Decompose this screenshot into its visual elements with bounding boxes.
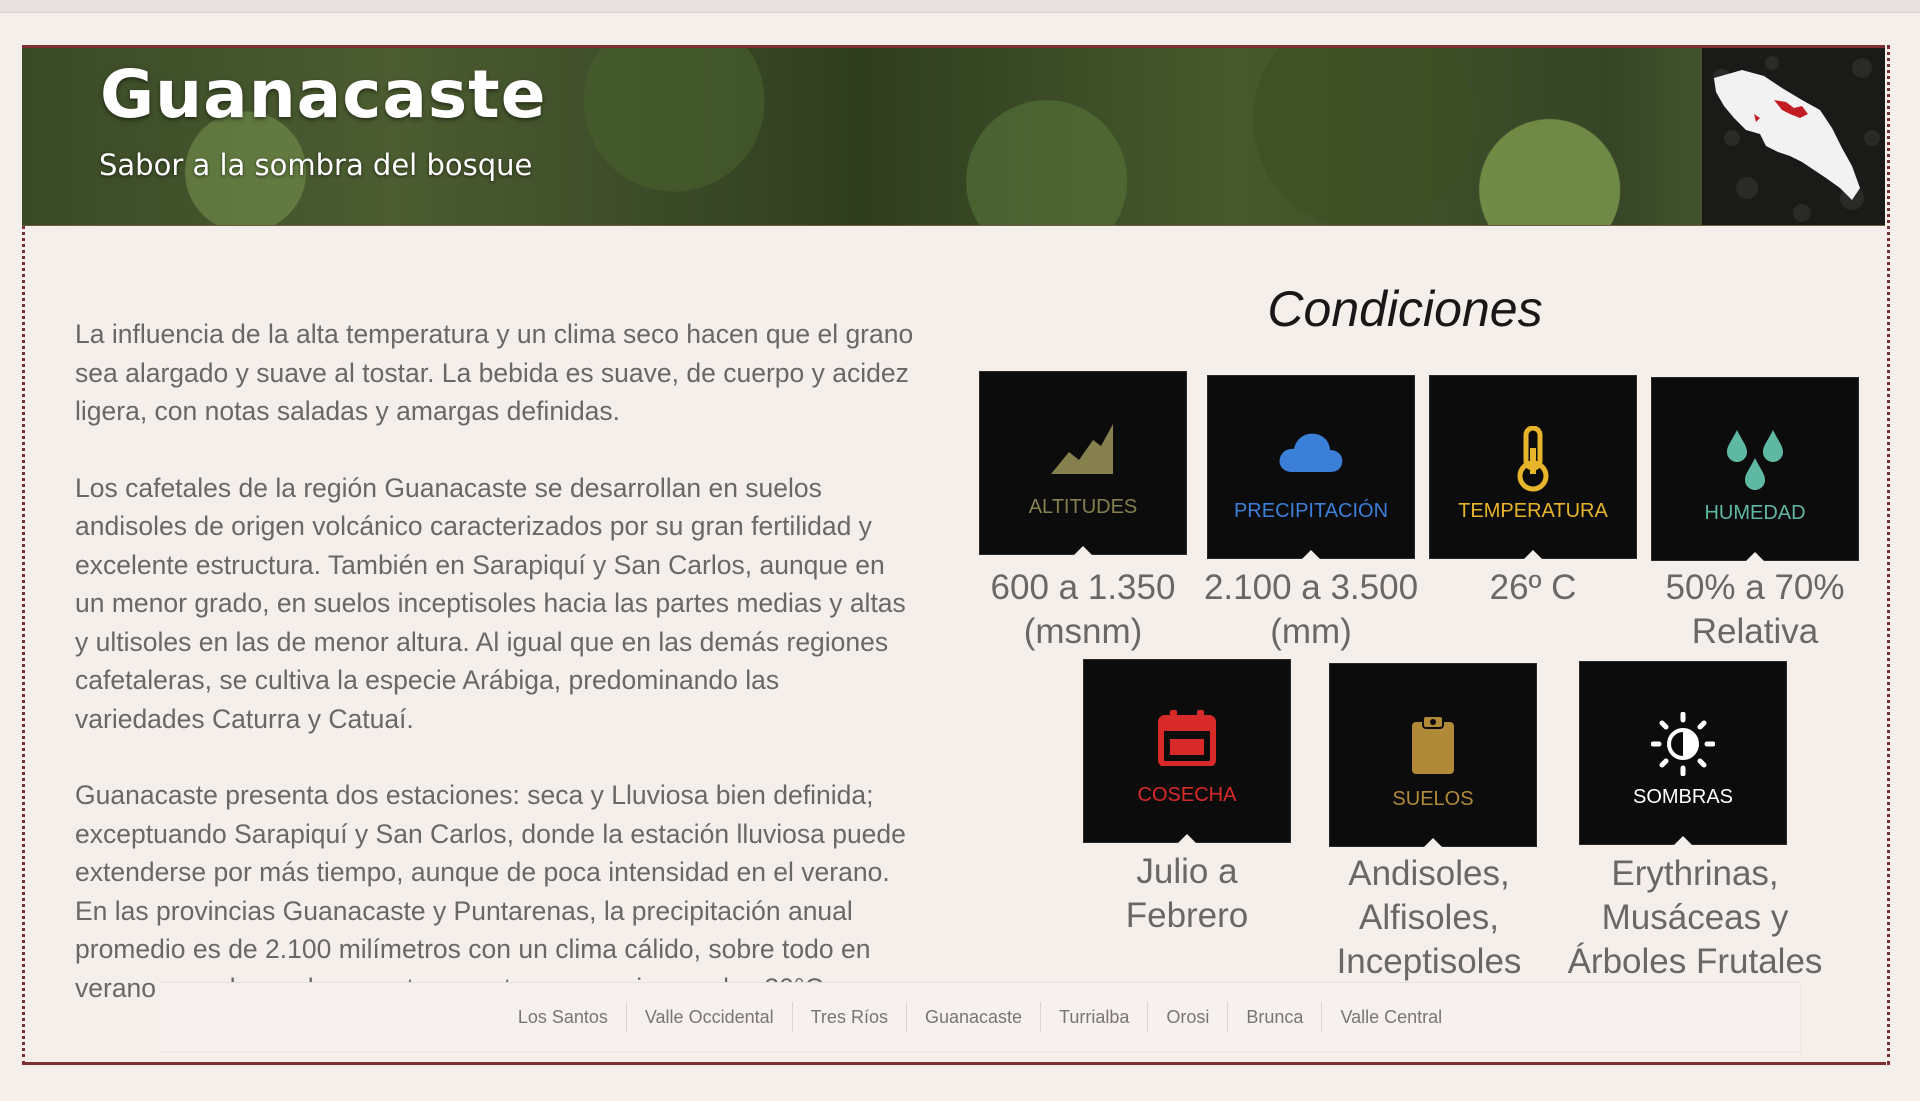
- precipitacion-card: PRECIPITACIÓN: [1208, 376, 1414, 559]
- page-subtitle: Sabor a la sombra del bosque: [99, 148, 533, 182]
- suelos-value-line1: Andisoles,: [1348, 854, 1510, 893]
- description-paragraph: Guanacaste presenta dos estaciones: seca…: [75, 780, 906, 1003]
- top-strip: [0, 0, 1920, 13]
- description-paragraph: La influencia de la alta temperatura y u…: [75, 319, 914, 426]
- altitudes-value-line2: (msnm): [1023, 612, 1143, 651]
- suelos-value-line2: Alfisoles,: [1358, 898, 1500, 937]
- nav-link-valle-occidental[interactable]: Valle Occidental: [627, 1002, 793, 1032]
- water-drops-icon: [1652, 428, 1858, 490]
- region-description: La influencia de la alta temperatura y u…: [75, 315, 915, 1045]
- humedad-card: HUMEDAD: [1652, 378, 1858, 561]
- sombras-value: Erythrinas, Musáceas y Árboles Frutales: [1530, 852, 1860, 984]
- costa-rica-map-icon: [1702, 48, 1885, 225]
- humedad-value-line1: 50% a 70%: [1665, 568, 1845, 607]
- nav-link-orosi[interactable]: Orosi: [1148, 1002, 1229, 1032]
- nav-link-brunca[interactable]: Brunca: [1228, 1002, 1323, 1032]
- sombras-card: SOMBRAS: [1580, 662, 1786, 845]
- thermometer-icon: [1430, 426, 1636, 492]
- cosecha-value-line2: Febrero: [1125, 896, 1249, 935]
- brightness-icon: [1580, 712, 1786, 776]
- header-banner: Guanacaste Sabor a la sombra del bosque: [22, 45, 1885, 226]
- nav-link-valle-central[interactable]: Valle Central: [1322, 1002, 1460, 1032]
- nav-link-turrialba[interactable]: Turrialba: [1041, 1002, 1149, 1032]
- altitudes-value-line1: 600 a 1.350: [990, 568, 1176, 607]
- suelos-value-line3: Inceptisoles: [1336, 942, 1522, 981]
- sombras-label: SOMBRAS: [1632, 786, 1734, 808]
- temperatura-card: TEMPERATURA: [1430, 376, 1636, 559]
- temperatura-value-line1: 26º C: [1489, 568, 1577, 607]
- description-paragraph: Los cafetales de la región Guanacaste se…: [75, 472, 906, 734]
- region-nav: Los Santos Valle Occidental Tres Ríos Gu…: [160, 982, 1801, 1052]
- precipitacion-value-line1: 2.100 a 3.500: [1203, 568, 1419, 607]
- suelos-card: SUELOS: [1330, 664, 1536, 847]
- temperatura-value: 26º C: [1410, 566, 1656, 610]
- sombras-value-line2: Árboles Frutales: [1567, 942, 1823, 981]
- suelos-value: Andisoles, Alfisoles, Inceptisoles: [1306, 852, 1552, 984]
- precipitacion-label: PRECIPITACIÓN: [1233, 500, 1389, 522]
- nav-link-tres-rios[interactable]: Tres Ríos: [793, 1002, 907, 1032]
- mountain-chart-icon: [980, 422, 1186, 482]
- temperatura-label: TEMPERATURA: [1458, 500, 1608, 522]
- page-title: Guanacaste: [100, 56, 547, 133]
- clipboard-icon: [1330, 714, 1536, 774]
- altitudes-card: ALTITUDES: [980, 372, 1186, 555]
- bottom-divider: [22, 1062, 1886, 1065]
- cosecha-value: Julio a Febrero: [1064, 850, 1310, 938]
- altitudes-label: ALTITUDES: [1028, 496, 1138, 518]
- humedad-label: HUMEDAD: [1704, 502, 1806, 524]
- precipitacion-value: 2.100 a 3.500 (mm): [1188, 566, 1434, 654]
- nav-link-los-santos[interactable]: Los Santos: [500, 1002, 627, 1032]
- cosecha-label: COSECHA: [1137, 784, 1237, 806]
- cosecha-value-line1: Julio a: [1136, 852, 1238, 891]
- precipitacion-value-line2: (mm): [1270, 612, 1352, 651]
- calendar-icon: [1084, 710, 1290, 770]
- humedad-value: 50% a 70% Relativa: [1632, 566, 1878, 654]
- cosecha-card: COSECHA: [1084, 660, 1290, 843]
- altitudes-value: 600 a 1.350 (msnm): [960, 566, 1206, 654]
- suelos-label: SUELOS: [1392, 788, 1474, 810]
- sombras-value-line1: Erythrinas, Musáceas y: [1601, 854, 1789, 937]
- humedad-value-line2: Relativa: [1691, 612, 1819, 651]
- nav-link-guanacaste[interactable]: Guanacaste: [907, 1002, 1042, 1032]
- cloud-icon: [1208, 426, 1414, 486]
- conditions-title: Condiciones: [1267, 281, 1543, 337]
